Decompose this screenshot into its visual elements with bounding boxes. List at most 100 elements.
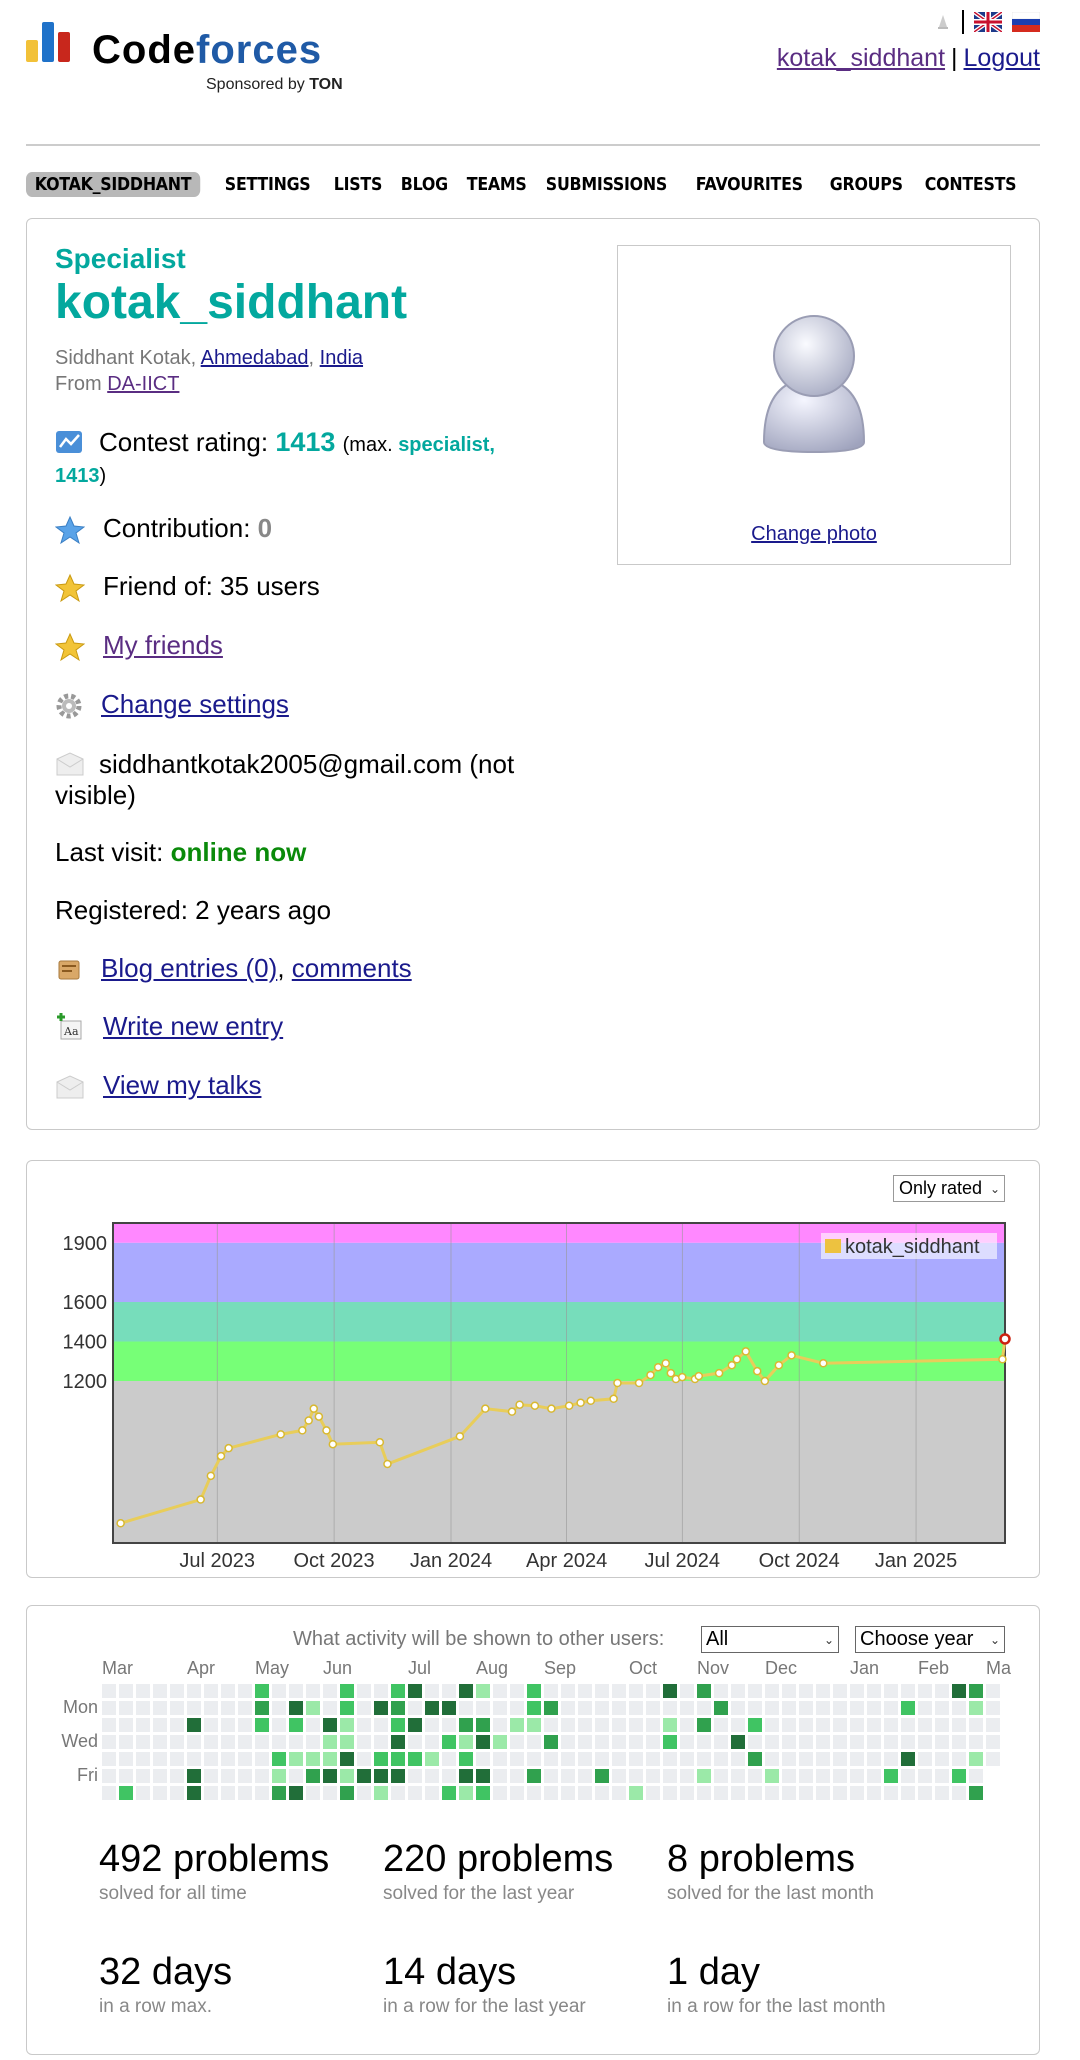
activity-cell[interactable] [544, 1701, 558, 1715]
activity-cell[interactable] [629, 1735, 643, 1749]
activity-cell[interactable] [153, 1769, 167, 1783]
activity-cell[interactable] [867, 1701, 881, 1715]
activity-cell[interactable] [527, 1752, 541, 1766]
activity-cell[interactable] [187, 1718, 201, 1732]
activity-cell[interactable] [629, 1786, 643, 1800]
activity-cell[interactable] [697, 1735, 711, 1749]
activity-cell[interactable] [578, 1786, 592, 1800]
activity-cell[interactable] [527, 1735, 541, 1749]
activity-cell[interactable] [272, 1752, 286, 1766]
nav-tab-blog[interactable]: BLOG [392, 172, 457, 197]
activity-cell[interactable] [833, 1684, 847, 1698]
activity-cell[interactable] [986, 1718, 1000, 1732]
activity-cell[interactable] [170, 1735, 184, 1749]
activity-cell[interactable] [867, 1735, 881, 1749]
activity-cell[interactable] [850, 1786, 864, 1800]
activity-cell[interactable] [714, 1735, 728, 1749]
activity-cell[interactable] [442, 1701, 456, 1715]
activity-cell[interactable] [901, 1718, 915, 1732]
activity-cell[interactable] [629, 1769, 643, 1783]
activity-cell[interactable] [918, 1735, 932, 1749]
activity-cell[interactable] [442, 1769, 456, 1783]
activity-cell[interactable] [816, 1769, 830, 1783]
activity-cell[interactable] [272, 1718, 286, 1732]
activity-cell[interactable] [799, 1718, 813, 1732]
activity-cell[interactable] [357, 1735, 371, 1749]
activity-cell[interactable] [969, 1769, 983, 1783]
activity-cell[interactable] [408, 1701, 422, 1715]
activity-cell[interactable] [476, 1718, 490, 1732]
activity-cell[interactable] [340, 1752, 354, 1766]
activity-cell[interactable] [136, 1769, 150, 1783]
activity-cell[interactable] [680, 1786, 694, 1800]
activity-cell[interactable] [850, 1701, 864, 1715]
activity-cell[interactable] [221, 1752, 235, 1766]
comments-link[interactable]: comments [292, 953, 412, 983]
activity-cell[interactable] [204, 1786, 218, 1800]
activity-cell[interactable] [289, 1786, 303, 1800]
activity-cell[interactable] [663, 1684, 677, 1698]
activity-cell[interactable] [663, 1718, 677, 1732]
activity-cell[interactable] [697, 1684, 711, 1698]
activity-cell[interactable] [782, 1718, 796, 1732]
activity-cell[interactable] [221, 1786, 235, 1800]
activity-cell[interactable] [340, 1701, 354, 1715]
activity-cell[interactable] [663, 1752, 677, 1766]
activity-cell[interactable] [221, 1769, 235, 1783]
activity-cell[interactable] [323, 1701, 337, 1715]
activity-cell[interactable] [697, 1786, 711, 1800]
activity-cell[interactable] [799, 1752, 813, 1766]
activity-cell[interactable] [289, 1718, 303, 1732]
activity-cell[interactable] [442, 1752, 456, 1766]
activity-cell[interactable] [374, 1718, 388, 1732]
activity-cell[interactable] [629, 1752, 643, 1766]
activity-cell[interactable] [714, 1752, 728, 1766]
activity-cell[interactable] [459, 1769, 473, 1783]
activity-cell[interactable] [918, 1786, 932, 1800]
change-settings-link[interactable]: Change settings [101, 689, 289, 720]
activity-cell[interactable] [748, 1718, 762, 1732]
activity-cell[interactable] [476, 1735, 490, 1749]
activity-cell[interactable] [136, 1718, 150, 1732]
nav-tab-settings[interactable]: SETTINGS [216, 172, 319, 197]
activity-cell[interactable] [799, 1769, 813, 1783]
activity-cell[interactable] [425, 1701, 439, 1715]
activity-cell[interactable] [952, 1735, 966, 1749]
activity-cell[interactable] [323, 1769, 337, 1783]
activity-cell[interactable] [612, 1735, 626, 1749]
activity-cell[interactable] [612, 1718, 626, 1732]
activity-cell[interactable] [782, 1735, 796, 1749]
activity-cell[interactable] [374, 1735, 388, 1749]
activity-cell[interactable] [425, 1684, 439, 1698]
activity-cell[interactable] [255, 1752, 269, 1766]
activity-cell[interactable] [731, 1769, 745, 1783]
activity-cell[interactable] [357, 1786, 371, 1800]
activity-cell[interactable] [833, 1701, 847, 1715]
activity-cell[interactable] [323, 1752, 337, 1766]
activity-cell[interactable] [442, 1786, 456, 1800]
activity-cell[interactable] [816, 1718, 830, 1732]
activity-cell[interactable] [170, 1752, 184, 1766]
activity-cell[interactable] [578, 1752, 592, 1766]
activity-cell[interactable] [374, 1786, 388, 1800]
activity-cell[interactable] [646, 1701, 660, 1715]
activity-cell[interactable] [714, 1786, 728, 1800]
activity-cell[interactable] [357, 1718, 371, 1732]
activity-cell[interactable] [374, 1701, 388, 1715]
activity-cell[interactable] [391, 1735, 405, 1749]
activity-cell[interactable] [595, 1684, 609, 1698]
activity-cell[interactable] [561, 1684, 575, 1698]
activity-cell[interactable] [391, 1769, 405, 1783]
activity-cell[interactable] [816, 1735, 830, 1749]
activity-cell[interactable] [204, 1735, 218, 1749]
activity-cell[interactable] [935, 1701, 949, 1715]
activity-cell[interactable] [255, 1701, 269, 1715]
blog-entries-link[interactable]: Blog entries (0) [101, 953, 277, 983]
activity-cell[interactable] [510, 1701, 524, 1715]
activity-cell[interactable] [544, 1684, 558, 1698]
activity-cell[interactable] [289, 1752, 303, 1766]
activity-cell[interactable] [935, 1735, 949, 1749]
activity-cell[interactable] [119, 1786, 133, 1800]
activity-cell[interactable] [306, 1735, 320, 1749]
activity-cell[interactable] [901, 1684, 915, 1698]
